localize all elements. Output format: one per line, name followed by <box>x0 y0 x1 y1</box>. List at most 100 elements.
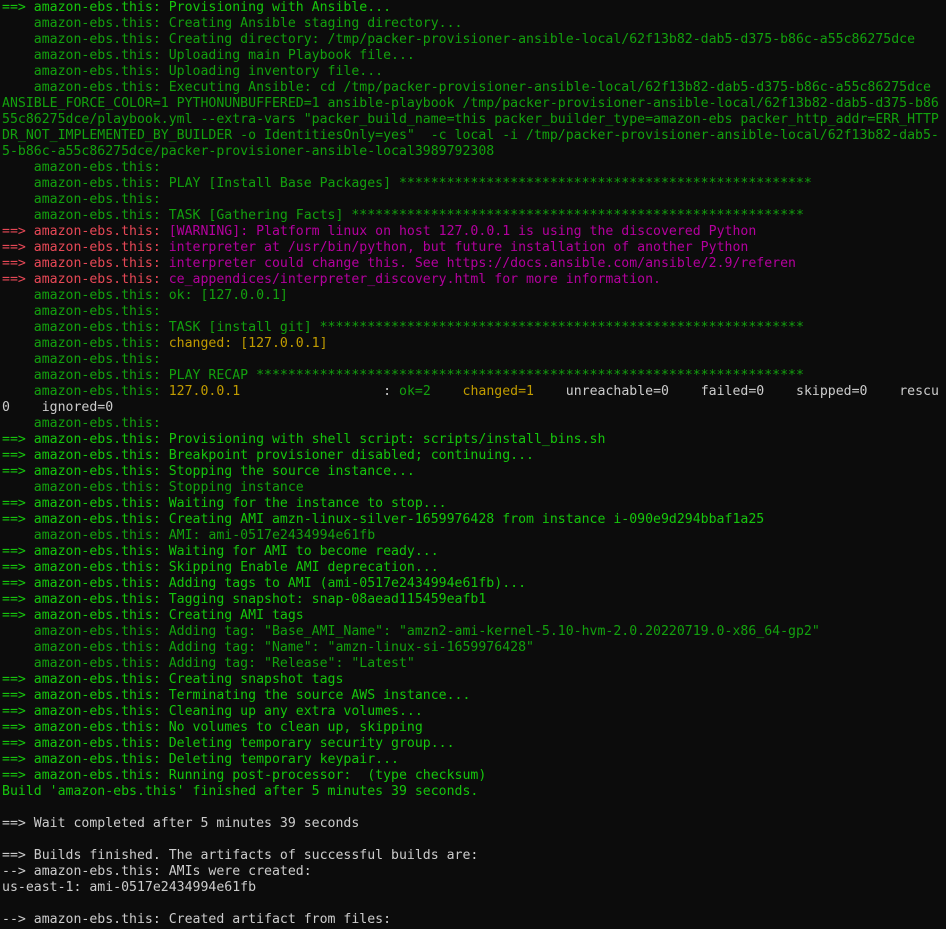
terminal-line: amazon-ebs.this: Creating directory: /tm… <box>2 32 915 48</box>
terminal-text-segment: amazon-ebs.this: PLAY [Install Base Pack… <box>2 176 812 191</box>
terminal-text-segment: ==> amazon-ebs.this: Creating AMI tags <box>2 608 304 623</box>
terminal-line: amazon-ebs.this: Uploading inventory fil… <box>2 64 383 80</box>
terminal-line: ==> Wait completed after 5 minutes 39 se… <box>2 816 359 832</box>
terminal-text-segment: changed=1 <box>462 384 534 399</box>
terminal-line: amazon-ebs.this: TASK [Gathering Facts] … <box>2 208 804 224</box>
terminal-text-segment: ==> amazon-ebs.this: <box>2 256 169 271</box>
terminal-line: ==> amazon-ebs.this: Terminating the sou… <box>2 688 470 704</box>
terminal-text-segment: 127.0.0.1 <box>168 384 241 399</box>
terminal-text-segment: amazon-ebs.this: <box>2 160 161 175</box>
terminal-line: ==> Builds finished. The artifacts of su… <box>2 848 478 864</box>
terminal-line: ==> amazon-ebs.this: No volumes to clean… <box>2 720 423 736</box>
terminal-text-segment: amazon-ebs.this: Adding tag: "Base_AMI_N… <box>2 624 820 639</box>
terminal-text-segment: --> amazon-ebs.this: AMIs were created: <box>2 864 312 879</box>
terminal-line: ==> amazon-ebs.this: Waiting for AMI to … <box>2 544 439 560</box>
terminal-text-segment: us-east-1: ami-0517e2434994e61fb <box>2 880 257 895</box>
terminal-text-segment: ==> amazon-ebs.this: <box>2 272 169 287</box>
terminal-text-segment: Build 'amazon-ebs.this' finished after 5… <box>2 784 479 799</box>
terminal-line: ==> amazon-ebs.this: Provisioning with A… <box>2 0 391 16</box>
terminal-text-segment: ce_appendices/interpreter_discovery.html… <box>168 272 661 287</box>
terminal-line: 0 ignored=0 <box>2 400 113 416</box>
terminal-text-segment: ==> amazon-ebs.this: Creating snapshot t… <box>2 672 344 687</box>
terminal-line: ==> amazon-ebs.this: Cleaning up any ext… <box>2 704 423 720</box>
terminal-text-segment: interpreter could change this. See https… <box>168 256 796 271</box>
terminal-line: ==> amazon-ebs.this: Provisioning with s… <box>2 432 605 448</box>
terminal-line: --> amazon-ebs.this: AMIs were created: <box>2 864 312 880</box>
terminal-line: ==> amazon-ebs.this: interpreter could c… <box>2 256 796 272</box>
terminal-line: ==> amazon-ebs.this: Creating AMI amzn-l… <box>2 512 764 528</box>
terminal-text-segment: ==> amazon-ebs.this: Adding tags to AMI … <box>2 576 527 591</box>
terminal-text-segment: ==> Builds finished. The artifacts of su… <box>2 848 479 863</box>
terminal-line: ==> amazon-ebs.this: Deleting temporary … <box>2 752 399 768</box>
terminal-text-segment: DR_NOT_IMPLEMENTED_BY_BUILDER -o Identit… <box>2 128 939 143</box>
terminal-text-segment: amazon-ebs.this: AMI: ami-0517e2434994e6… <box>2 528 376 543</box>
terminal-line: amazon-ebs.this: Stopping instance <box>2 480 304 496</box>
terminal-line: ==> amazon-ebs.this: interpreter at /usr… <box>2 240 748 256</box>
terminal-text-segment: amazon-ebs.this: ok: [127.0.0.1] <box>2 288 288 303</box>
terminal-output[interactable]: ==> amazon-ebs.this: Provisioning with A… <box>0 0 946 929</box>
terminal-line: Build 'amazon-ebs.this' finished after 5… <box>2 784 478 800</box>
terminal-line: amazon-ebs.this: <box>2 192 161 208</box>
terminal-line: amazon-ebs.this: Adding tag: "Release": … <box>2 656 415 672</box>
terminal-text-segment: ==> amazon-ebs.this: Waiting for AMI to … <box>2 544 439 559</box>
terminal-line: amazon-ebs.this: AMI: ami-0517e2434994e6… <box>2 528 375 544</box>
terminal-text-segment: amazon-ebs.this: <box>2 352 161 367</box>
terminal-text-segment: : <box>240 384 399 399</box>
terminal-line: ==> amazon-ebs.this: Deleting temporary … <box>2 736 455 752</box>
terminal-text-segment: ==> amazon-ebs.this: <box>2 224 169 239</box>
terminal-text-segment: changed: [127.0.0.1] <box>168 336 328 351</box>
terminal-text-segment: amazon-ebs.this: <box>2 416 161 431</box>
terminal-text-segment: ==> amazon-ebs.this: Provisioning with s… <box>2 432 606 447</box>
terminal-text-segment: ==> amazon-ebs.this: Creating AMI amzn-l… <box>2 512 765 527</box>
terminal-line: --> amazon-ebs.this: Created artifact fr… <box>2 912 391 928</box>
terminal-line: amazon-ebs.this: Uploading main Playbook… <box>2 48 415 64</box>
terminal-line: ==> amazon-ebs.this: Skipping Enable AMI… <box>2 560 439 576</box>
terminal-line: amazon-ebs.this: Adding tag: "Name": "am… <box>2 640 534 656</box>
terminal-line: amazon-ebs.this: PLAY RECAP ************… <box>2 368 804 384</box>
terminal-line: DR_NOT_IMPLEMENTED_BY_BUILDER -o Identit… <box>2 128 939 144</box>
terminal-line: amazon-ebs.this: changed: [127.0.0.1] <box>2 336 328 352</box>
terminal-text-segment: amazon-ebs.this: Executing Ansible: cd /… <box>2 80 931 95</box>
terminal-text-segment: interpreter at /usr/bin/python, but futu… <box>168 240 749 255</box>
terminal-text-segment: amazon-ebs.this: <box>2 304 161 319</box>
terminal-text-segment: ==> amazon-ebs.this: Waiting for the ins… <box>2 496 447 511</box>
terminal-text-segment: 0 ignored=0 <box>2 400 114 415</box>
terminal-text-segment: [WARNING]: Platform linux on host 127.0.… <box>168 224 757 239</box>
terminal-text-segment: ==> amazon-ebs.this: Deleting temporary … <box>2 752 399 767</box>
terminal-text-segment: ==> amazon-ebs.this: Stopping the source… <box>2 464 415 479</box>
terminal-line: amazon-ebs.this: <box>2 352 161 368</box>
terminal-line: amazon-ebs.this: <box>2 416 161 432</box>
terminal-text-segment: ==> amazon-ebs.this: Provisioning with A… <box>2 0 392 15</box>
terminal-text-segment: ==> amazon-ebs.this: <box>2 240 169 255</box>
terminal-text-segment: amazon-ebs.this: Stopping instance <box>2 480 304 495</box>
terminal-text-segment: amazon-ebs.this: <box>2 336 169 351</box>
terminal-line: ==> amazon-ebs.this: ce_appendices/inter… <box>2 272 661 288</box>
terminal-line: ==> amazon-ebs.this: Tagging snapshot: s… <box>2 592 486 608</box>
terminal-line: amazon-ebs.this: Executing Ansible: cd /… <box>2 80 931 96</box>
terminal-line: ==> amazon-ebs.this: Creating AMI tags <box>2 608 304 624</box>
terminal-text-segment: ==> amazon-ebs.this: No volumes to clean… <box>2 720 423 735</box>
terminal-line: ==> amazon-ebs.this: Stopping the source… <box>2 464 415 480</box>
terminal-text-segment: ==> amazon-ebs.this: Deleting temporary … <box>2 736 455 751</box>
terminal-text-segment: 5-b86c-a55c86275dce/packer-provisioner-a… <box>2 144 495 159</box>
terminal-line: us-east-1: ami-0517e2434994e61fb <box>2 880 256 896</box>
terminal-text-segment: ==> amazon-ebs.this: Cleaning up any ext… <box>2 704 423 719</box>
terminal-text-segment: ==> amazon-ebs.this: Skipping Enable AMI… <box>2 560 439 575</box>
terminal-line: amazon-ebs.this: Adding tag: "Base_AMI_N… <box>2 624 820 640</box>
terminal-line: amazon-ebs.this: <box>2 304 161 320</box>
terminal-text-segment: 55c86275dce/playbook.yml --extra-vars "p… <box>2 112 939 127</box>
terminal-text-segment: amazon-ebs.this: Uploading inventory fil… <box>2 64 384 79</box>
terminal-text-segment: amazon-ebs.this: Creating directory: /tm… <box>2 32 916 47</box>
terminal-line: amazon-ebs.this: TASK [install git] ****… <box>2 320 804 336</box>
terminal-text-segment: ==> amazon-ebs.this: Terminating the sou… <box>2 688 471 703</box>
terminal-text-segment: amazon-ebs.this: Uploading main Playbook… <box>2 48 415 63</box>
terminal-line: ==> amazon-ebs.this: Running post-proces… <box>2 768 486 784</box>
terminal-text-segment: amazon-ebs.this: Adding tag: "Release": … <box>2 656 415 671</box>
terminal-line: 5-b86c-a55c86275dce/packer-provisioner-a… <box>2 144 494 160</box>
terminal-text-segment: amazon-ebs.this: Creating Ansible stagin… <box>2 16 463 31</box>
terminal-line: ==> amazon-ebs.this: [WARNING]: Platform… <box>2 224 756 240</box>
terminal-text-segment: ANSIBLE_FORCE_COLOR=1 PYTHONUNBUFFERED=1… <box>2 96 939 111</box>
terminal-text-segment: amazon-ebs.this: PLAY RECAP ************… <box>2 368 804 383</box>
terminal-text-segment: amazon-ebs.this: TASK [install git] ****… <box>2 320 804 335</box>
terminal-text-segment: amazon-ebs.this: TASK [Gathering Facts] … <box>2 208 804 223</box>
